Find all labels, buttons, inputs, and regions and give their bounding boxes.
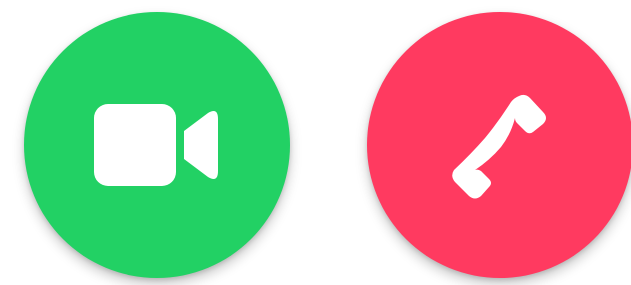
end-call-button[interactable] [367, 12, 631, 278]
call-controls [0, 0, 631, 285]
phone-handset-icon [452, 94, 546, 199]
video-camera-icon [94, 104, 218, 186]
video-call-button[interactable] [24, 12, 290, 278]
